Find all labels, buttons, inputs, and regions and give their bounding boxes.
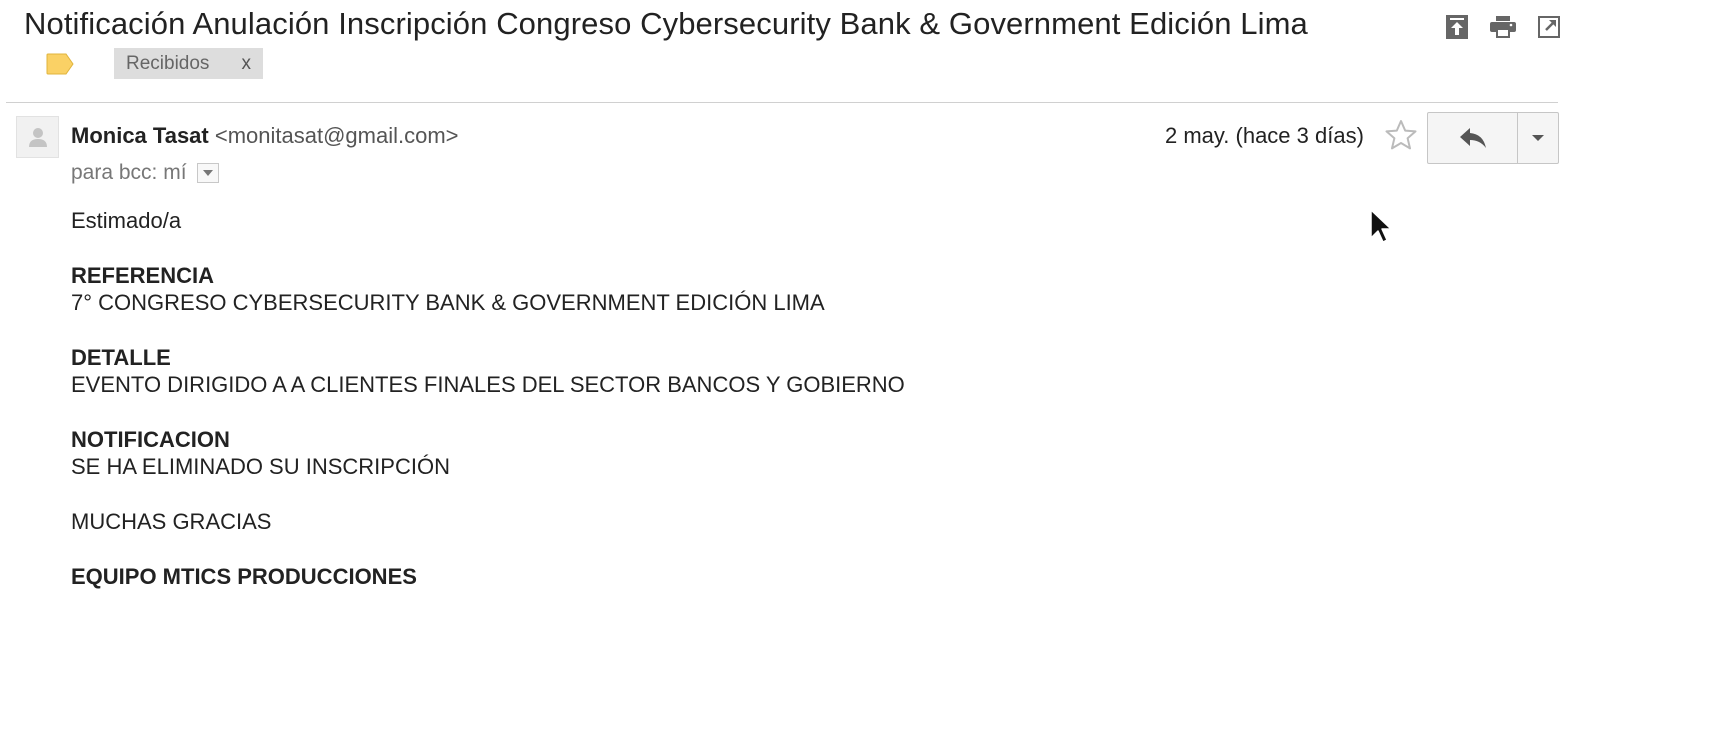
person-icon (28, 128, 47, 147)
star-icon[interactable] (1385, 119, 1417, 151)
recipient-line: para bcc: mí (71, 161, 219, 185)
email-date: 2 may. (hace 3 días) (1165, 123, 1364, 148)
header-divider (6, 102, 1558, 103)
reference-heading: REFERENCIA (71, 263, 215, 288)
notification-heading: NOTIFICACION (71, 427, 230, 452)
open-new-window-icon[interactable] (1535, 12, 1563, 42)
chevron-down-icon (1532, 135, 1544, 141)
detail-heading: DETALLE (71, 345, 171, 370)
reference-text: 7° CONGRESO CYBERSECURITY BANK & GOVERNM… (71, 290, 825, 315)
remove-label-button[interactable]: x (241, 53, 251, 75)
expand-all-icon[interactable] (1443, 12, 1471, 42)
label-chip-inbox[interactable]: Recibidos x (114, 48, 263, 79)
more-options-button[interactable] (1518, 113, 1558, 163)
reply-button-group (1427, 112, 1559, 164)
label-chip-text: Recibidos (126, 52, 210, 74)
notification-text: SE HA ELIMINADO SU INSCRIPCIÓN (71, 454, 450, 479)
sender-line: Monica Tasat <monitasat@gmail.com> (71, 123, 459, 149)
sender-name[interactable]: Monica Tasat (71, 123, 209, 148)
detail-section: DETALLE EVENTO DIRIGIDO A A CLIENTES FIN… (71, 344, 905, 398)
reply-button[interactable] (1428, 113, 1518, 163)
recipients-text: para bcc: mí (71, 161, 187, 184)
sender-email: <monitasat@gmail.com> (214, 123, 459, 148)
label-row: Recibidos x (46, 48, 263, 79)
detail-text: EVENTO DIRIGIDO A A CLIENTES FINALES DEL… (71, 372, 905, 397)
reference-section: REFERENCIA 7° CONGRESO CYBERSECURITY BAN… (71, 262, 905, 316)
chevron-down-icon (202, 170, 213, 176)
signature: EQUIPO MTICS PRODUCCIONES (71, 564, 417, 589)
thread-toolbar (1443, 12, 1563, 42)
label-tag-icon[interactable] (46, 53, 74, 75)
mouse-cursor-icon (1369, 208, 1393, 246)
thanks-text: MUCHAS GRACIAS (71, 509, 272, 534)
print-icon[interactable] (1489, 12, 1517, 42)
email-body: Estimado/a REFERENCIA 7° CONGRESO CYBERS… (71, 207, 905, 590)
reply-icon (1459, 128, 1486, 148)
avatar (16, 116, 59, 158)
notification-section: NOTIFICACION SE HA ELIMINADO SU INSCRIPC… (71, 426, 905, 480)
greeting: Estimado/a (71, 208, 182, 233)
email-subject: Notificación Anulación Inscripción Congr… (24, 6, 1308, 41)
recipient-details-dropdown[interactable] (196, 163, 219, 183)
